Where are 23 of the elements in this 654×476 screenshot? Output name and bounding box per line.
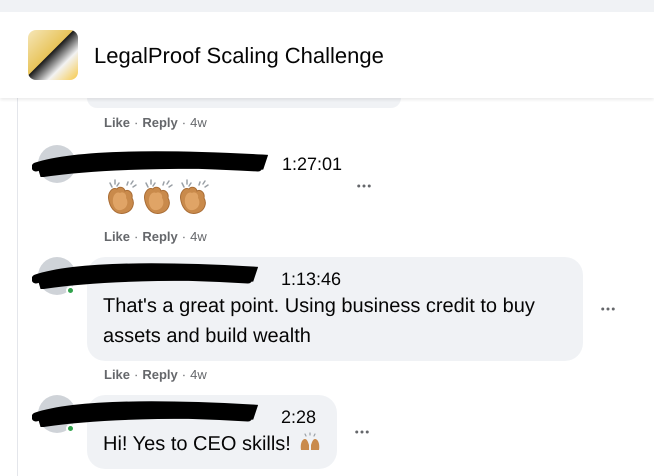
comment-text: That's a great point. Using business credit to buy assets and build wealth: [103, 294, 536, 349]
comment-age: 4w: [190, 228, 207, 246]
action-link[interactable]: Like: [104, 227, 130, 247]
separator-dot: ·: [134, 114, 138, 132]
separator-dot: ·: [182, 114, 186, 132]
separator-dot: ·: [134, 366, 138, 384]
action-link[interactable]: Like: [104, 365, 130, 385]
comment-text: Hi! Yes to CEO skills!: [103, 429, 321, 459]
group-logo-thumbnail[interactable]: [28, 30, 78, 80]
separator-dot: ·: [134, 228, 138, 246]
raised-hands-icon: [298, 432, 321, 452]
action-link[interactable]: Reply: [142, 365, 178, 385]
comment-age: 4w: [190, 366, 207, 384]
action-link[interactable]: Reply: [142, 227, 178, 247]
comment-time: 1:13:46: [281, 268, 342, 291]
action-link[interactable]: Reply: [142, 113, 178, 133]
action-link[interactable]: Like: [104, 113, 130, 133]
comment-age: 4w: [190, 114, 207, 132]
separator-dot: ·: [182, 228, 186, 246]
comment-time: 2:28: [281, 406, 318, 429]
group-title[interactable]: LegalProof Scaling Challenge: [94, 38, 384, 72]
separator-dot: ·: [182, 366, 186, 384]
comment-time: 1:27:01: [282, 152, 342, 176]
